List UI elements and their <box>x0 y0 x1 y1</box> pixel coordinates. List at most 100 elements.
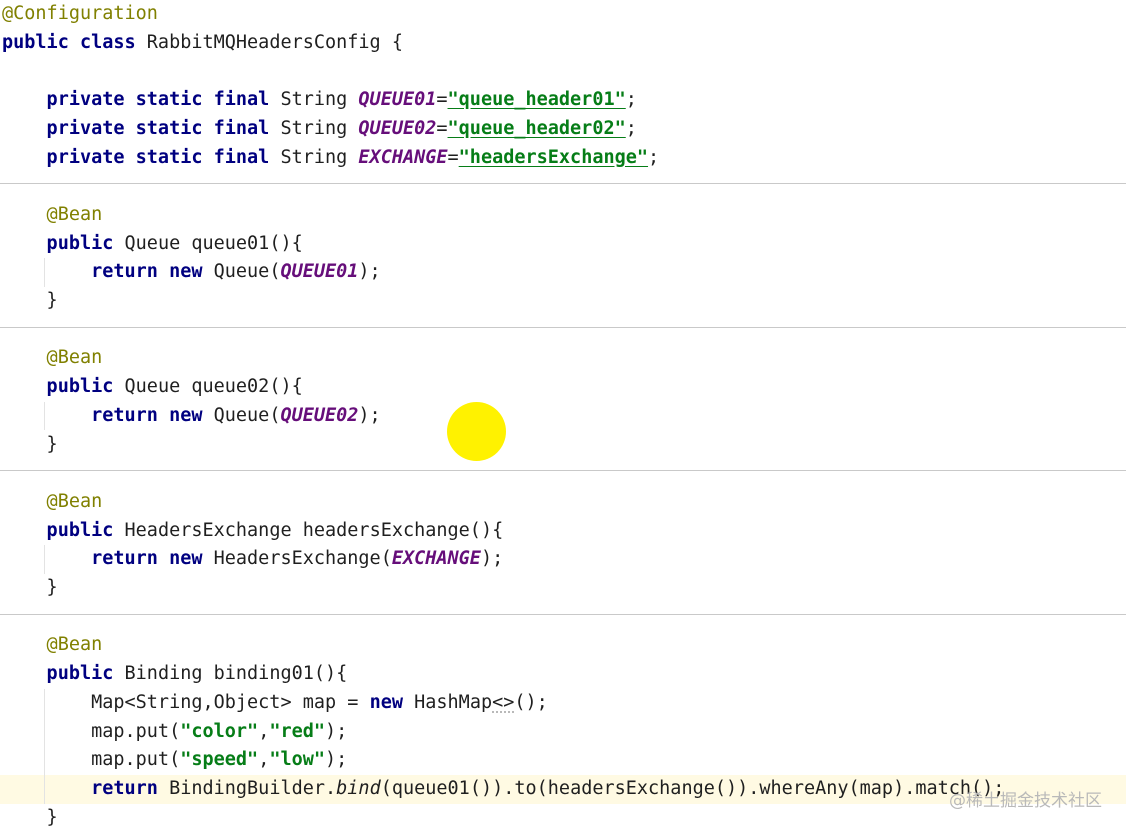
code-line-text: public class RabbitMQHeadersConfig { <box>2 29 403 58</box>
code-line[interactable] <box>0 316 1126 345</box>
code-token: ); <box>325 749 348 771</box>
code-line[interactable]: @Bean <box>0 631 1126 660</box>
code-token: HashMap <box>414 691 493 713</box>
code-token: @Configuration <box>2 3 158 24</box>
code-line[interactable]: } <box>0 287 1126 316</box>
code-token: QUEUE01 <box>280 261 359 283</box>
code-token: @Bean <box>2 634 103 656</box>
code-token: = <box>447 146 459 168</box>
code-token: } <box>2 577 58 598</box>
code-line[interactable]: public Queue queue02(){ <box>0 373 1126 402</box>
code-line-text: map.put("color","red"); <box>2 718 347 747</box>
code-token: <> <box>492 691 515 713</box>
code-line-text: } <box>2 804 58 833</box>
code-token: HeadersExchange( <box>213 548 392 570</box>
code-line-text: } <box>2 287 58 316</box>
code-token: "headersExchange" <box>458 146 649 168</box>
indent-guide <box>44 258 45 287</box>
code-line[interactable]: public class RabbitMQHeadersConfig { <box>0 29 1126 58</box>
code-token: , <box>258 720 270 742</box>
code-token: String <box>280 146 359 168</box>
code-token: return new <box>2 404 214 426</box>
code-line-text: return BindingBuilder.bind(queue01()).to… <box>2 775 1004 804</box>
code-token: ; <box>625 89 637 111</box>
code-line[interactable] <box>0 172 1126 201</box>
mouse-cursor-highlight <box>447 402 506 461</box>
code-token: } <box>2 806 58 828</box>
code-token: Map<String,Object> map = <box>2 691 370 713</box>
code-line[interactable]: private static final String QUEUE02="que… <box>0 115 1126 144</box>
code-line[interactable]: map.put("color","red"); <box>0 718 1126 747</box>
code-token: public class <box>2 31 147 53</box>
code-token: public <box>2 663 125 685</box>
indent-guide <box>44 545 45 574</box>
code-token: "color" <box>180 720 259 742</box>
code-token: return <box>2 777 170 799</box>
code-line-text: private static final String QUEUE02="que… <box>2 115 637 144</box>
code-token: ); <box>358 404 381 426</box>
code-token: private static final <box>2 117 281 139</box>
code-line[interactable]: } <box>0 431 1126 460</box>
code-line[interactable]: public Binding binding01(){ <box>0 660 1126 689</box>
code-token: String <box>280 89 359 111</box>
code-line[interactable]: return new Queue(QUEUE02); <box>0 402 1126 431</box>
code-token: Queue queue02(){ <box>124 376 303 398</box>
code-token: public <box>2 376 125 398</box>
code-token: Queue( <box>213 404 281 426</box>
code-token: } <box>2 433 58 455</box>
code-line[interactable]: public Queue queue01(){ <box>0 230 1126 259</box>
code-token: ); <box>358 261 381 283</box>
code-token: return new <box>2 261 214 283</box>
code-token: HeadersExchange headersExchange(){ <box>124 519 504 541</box>
code-line-text: @Bean <box>2 344 103 373</box>
code-token: EXCHANGE <box>391 548 481 570</box>
watermark: @稀土掘金技术社区 <box>949 791 1102 811</box>
code-token: "low" <box>269 749 326 771</box>
code-line[interactable]: Map<String,Object> map = new HashMap<>()… <box>0 689 1126 718</box>
code-line[interactable]: @Bean <box>0 344 1126 373</box>
code-line-text: public Queue queue01(){ <box>2 230 303 259</box>
code-line-text: private static final String QUEUE01="que… <box>2 86 637 115</box>
code-line[interactable]: map.put("speed","low"); <box>0 746 1126 775</box>
code-line[interactable]: } <box>0 574 1126 603</box>
code-editor[interactable]: @Configuration public class RabbitMQHeade… <box>0 0 1126 833</box>
code-line[interactable]: @Bean <box>0 488 1126 517</box>
code-line-text: @Bean <box>2 201 103 230</box>
method-separator <box>0 326 1126 328</box>
code-line[interactable]: return new HeadersExchange(EXCHANGE); <box>0 545 1126 574</box>
code-line-text: private static final String EXCHANGE="he… <box>2 144 660 173</box>
code-line-text: return new Queue(QUEUE02); <box>2 402 381 431</box>
code-token: "queue_header01" <box>447 89 626 111</box>
code-line[interactable]: return new Queue(QUEUE01); <box>0 258 1126 287</box>
code-token: (queue01()).to(headersExchange()).whereA… <box>380 777 1005 799</box>
code-line-text: public HeadersExchange headersExchange()… <box>2 517 504 546</box>
code-token: , <box>258 749 270 771</box>
code-token: Queue queue01(){ <box>124 232 303 254</box>
code-token: ); <box>325 720 348 742</box>
code-token: Queue( <box>213 261 281 283</box>
code-line[interactable]: @Configuration <box>0 0 1126 29</box>
code-line[interactable]: @Bean <box>0 201 1126 230</box>
code-line[interactable]: private static final String QUEUE01="que… <box>0 86 1126 115</box>
code-token: ; <box>648 146 660 168</box>
code-token: new <box>369 691 415 713</box>
code-line-text: map.put("speed","low"); <box>2 746 347 775</box>
code-line[interactable] <box>0 603 1126 632</box>
method-separator <box>0 470 1126 472</box>
code-token: "red" <box>269 720 326 742</box>
code-line-text: } <box>2 431 58 460</box>
indent-guide <box>44 688 45 804</box>
code-line[interactable]: private static final String EXCHANGE="he… <box>0 144 1126 173</box>
code-line[interactable] <box>0 57 1126 86</box>
code-token: bind <box>336 777 381 799</box>
code-line[interactable] <box>0 459 1126 488</box>
code-line-text: return new Queue(QUEUE01); <box>2 258 381 287</box>
code-token: ; <box>625 117 637 139</box>
code-token: ); <box>480 548 504 570</box>
code-token: @Bean <box>2 490 103 512</box>
code-token: "speed" <box>180 749 259 771</box>
code-line-text: } <box>2 574 58 603</box>
code-line[interactable]: public HeadersExchange headersExchange()… <box>0 517 1126 546</box>
code-token: @Bean <box>2 347 103 369</box>
method-separator <box>0 613 1126 615</box>
